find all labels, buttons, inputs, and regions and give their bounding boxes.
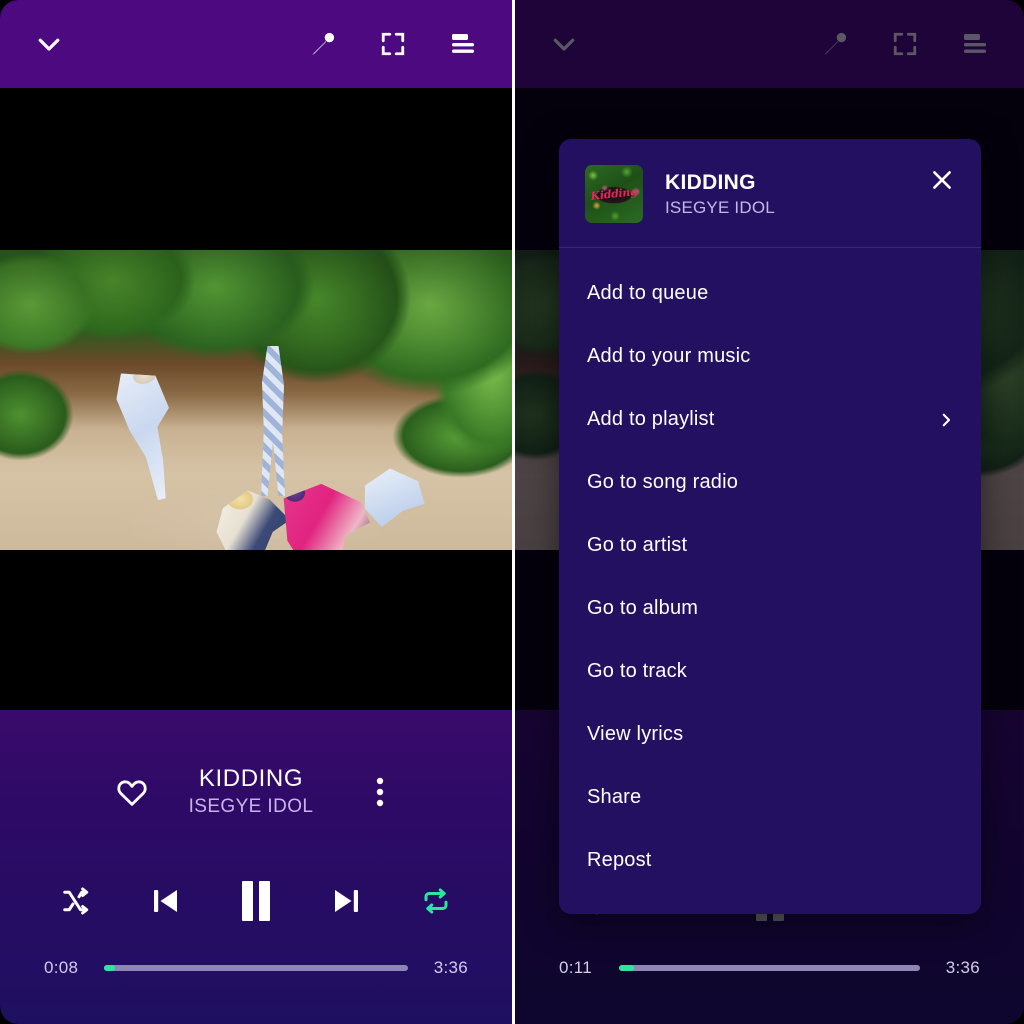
context-menu-item-list: Add to queue Add to your music Add to play…	[559, 248, 981, 914]
context-menu-item-label: Share	[587, 786, 642, 808]
chevron-down-icon[interactable]	[28, 23, 70, 65]
context-menu-item[interactable]: View lyrics	[559, 703, 981, 766]
dual-screenshot-root: KIDDING ISEGYE IDOL 0:08 3:36 0:11 3:36 …	[0, 0, 1024, 1024]
track-meta: KIDDING ISEGYE IDOL	[150, 764, 352, 820]
queue-list-icon[interactable]	[442, 23, 484, 65]
context-menu-item-label: Repost	[587, 849, 652, 871]
progress-slider[interactable]	[104, 965, 408, 971]
context-menu-item[interactable]: Add to your music	[559, 325, 981, 388]
track-artist: ISEGYE IDOL	[188, 796, 314, 817]
context-menu-track-artist: ISEGYE IDOL	[665, 197, 775, 217]
track-context-menu: Kidding KIDDING ISEGYE IDOL Add to queue…	[559, 139, 981, 914]
music-video-frame	[0, 250, 512, 550]
context-menu-item-label: Go to artist	[587, 534, 688, 556]
context-menu-item[interactable]: Go to song radio	[559, 451, 981, 514]
context-menu-item[interactable]: Add to playlist	[559, 388, 981, 451]
progress-slider[interactable]	[619, 965, 920, 971]
context-menu-track-meta: KIDDING ISEGYE IDOL	[665, 169, 925, 220]
seek-bar-row: 0:08 3:36	[44, 958, 468, 978]
progress-fill	[619, 965, 635, 971]
playback-controls	[0, 872, 512, 930]
repeat-icon[interactable]	[407, 872, 465, 930]
left-player-screen: KIDDING ISEGYE IDOL 0:08 3:36	[0, 0, 512, 1024]
context-menu-item[interactable]: Go to album	[559, 577, 981, 640]
next-track-icon[interactable]	[317, 872, 375, 930]
chevron-right-icon	[937, 411, 955, 429]
context-menu-item-label: Go to album	[587, 597, 699, 619]
context-menu-item[interactable]: Share	[559, 766, 981, 829]
context-menu-track-title: KIDDING	[665, 170, 756, 194]
previous-track-icon[interactable]	[137, 872, 195, 930]
shuffle-icon[interactable]	[47, 872, 105, 930]
context-menu-item[interactable]: Repost	[559, 829, 981, 892]
total-duration: 3:36	[945, 958, 980, 977]
progress-fill	[104, 965, 116, 971]
right-context-menu-screen: KIDDING ISEGYE IDOL	[512, 0, 1024, 1024]
more-vertical-icon[interactable]	[352, 764, 408, 820]
context-menu-item-label: Add to queue	[587, 282, 709, 304]
elapsed-time: 0:08	[44, 958, 79, 977]
context-menu-item[interactable]: Go to track	[559, 640, 981, 703]
context-menu-item[interactable]: Add to queue	[559, 262, 981, 325]
pause-icon[interactable]	[227, 872, 285, 930]
close-icon[interactable]	[925, 163, 959, 197]
now-playing-bar: KIDDING ISEGYE IDOL	[0, 710, 512, 1024]
total-duration: 3:36	[433, 958, 468, 977]
context-menu-item-label: Go to song radio	[587, 471, 739, 493]
track-info-row: KIDDING ISEGYE IDOL	[0, 754, 512, 830]
context-menu-item-label: Add to your music	[587, 345, 751, 367]
context-menu-item-label: Go to track	[587, 660, 688, 682]
microphone-icon[interactable]	[302, 23, 344, 65]
context-menu-header: Kidding KIDDING ISEGYE IDOL	[559, 139, 981, 248]
elapsed-time: 0:11	[559, 958, 593, 977]
track-title: KIDDING	[198, 765, 304, 792]
context-menu-item[interactable]: Go to artist	[559, 514, 981, 577]
album-art-logo: Kidding	[590, 185, 638, 203]
seek-bar-row: 0:11 3:36	[559, 958, 980, 978]
album-artwork: Kidding	[585, 165, 643, 223]
context-menu-item-label: View lyrics	[587, 723, 684, 745]
fullscreen-icon[interactable]	[372, 23, 414, 65]
player-top-bar	[0, 0, 512, 88]
context-menu-item-label: Add to playlist	[587, 408, 715, 430]
